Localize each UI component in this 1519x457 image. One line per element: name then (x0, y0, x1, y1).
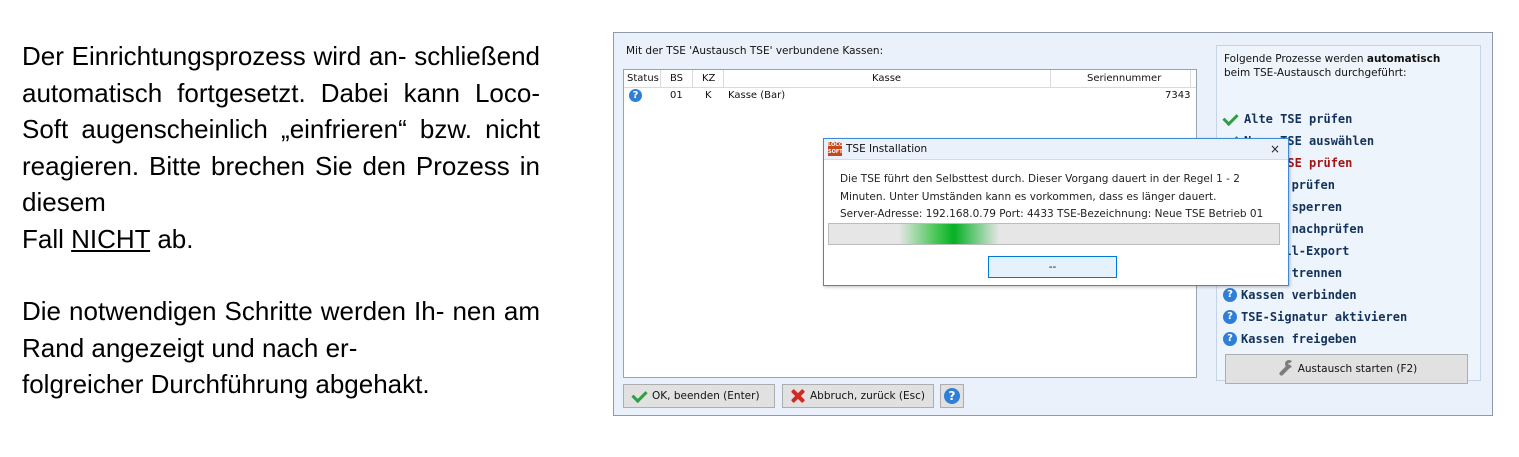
paragraph-2-line-1: Die notwendigen Schritte werden Ih- (22, 296, 445, 326)
help-icon: ? (944, 388, 960, 404)
start-exchange-label: Austausch starten (F2) (1297, 363, 1418, 375)
last-line-after: ab. (150, 223, 194, 254)
dialog-button[interactable]: -- (988, 256, 1117, 278)
status-cell: ? (629, 89, 642, 102)
dialog-title-bar: LOCO SOFT TSE Installation × (824, 139, 1288, 160)
question-icon: ? (1223, 288, 1237, 302)
kassen-title: Mit der TSE 'Austausch TSE' verbundene K… (626, 45, 884, 57)
dialog-message: Die TSE führt den Selbsttest durch. Dies… (840, 171, 1280, 224)
column-header-kasse[interactable]: Kasse (872, 73, 901, 84)
progress-indicator (899, 224, 999, 244)
dialog-message-line-3: Server-Adresse: 192.168.0.79 Port: 4433 … (840, 208, 1264, 220)
question-icon: ? (629, 89, 642, 102)
question-icon: ? (1223, 310, 1237, 324)
cancel-button[interactable]: Abbruch, zurück (Esc) (782, 384, 934, 408)
ok-button-label: OK, beenden (Enter) (652, 390, 760, 402)
emphasis-nicht: NICHT (71, 223, 151, 254)
cancel-button-label: Abbruch, zurück (Esc) (810, 390, 925, 402)
last-line-before: Fall (22, 223, 72, 254)
seriennummer-cell: 7343 (1165, 90, 1191, 101)
paragraph-2: Die notwendigen Schritte werden Ih- nen … (22, 293, 540, 366)
column-header-bs[interactable]: BS (670, 73, 683, 84)
panel-intro-bold: automatisch (1366, 53, 1441, 65)
paragraph-1-last-line: Fall NICHT ab. (22, 221, 540, 258)
dialog-button-label: -- (1048, 261, 1057, 273)
close-icon (789, 388, 807, 404)
check-icon (1223, 111, 1241, 127)
question-icon: ? (1223, 332, 1237, 346)
document-text: Der Einrichtungsprozess wird an- schließ… (22, 38, 540, 403)
bs-cell: 01 (670, 90, 683, 101)
step-kassen-freigeben: ? Kassen freigeben (1223, 328, 1407, 350)
paragraph-2-last-line: folgreicher Durchführung abgehakt. (22, 366, 540, 403)
check-icon (630, 388, 648, 404)
help-button[interactable]: ? (940, 384, 964, 408)
start-exchange-button[interactable]: Austausch starten (F2) (1225, 354, 1468, 384)
step-label: TSE-Signatur aktivieren (1241, 310, 1408, 324)
tse-exchange-window: Mit der TSE 'Austausch TSE' verbundene K… (613, 32, 1493, 416)
step-label: Kassen verbinden (1241, 288, 1357, 302)
table-row[interactable]: ? 01 K Kasse (Bar) 7343 (624, 88, 1196, 104)
column-header-kz[interactable]: KZ (702, 73, 715, 84)
step-tse-signatur-aktivieren: ? TSE-Signatur aktivieren (1223, 306, 1407, 328)
kz-cell: K (705, 90, 712, 101)
paragraph-1-line-1: Der Einrichtungsprozess wird an- (22, 41, 407, 71)
ok-button[interactable]: OK, beenden (Enter) (623, 384, 775, 408)
table-header: Status BS KZ Kasse Seriennummer (624, 70, 1196, 88)
step-label: Alte TSE prüfen (1244, 112, 1353, 126)
column-header-seriennummer[interactable]: Seriennummer (1087, 73, 1161, 84)
dialog-close-icon[interactable]: × (1270, 142, 1280, 156)
kasse-cell: Kasse (Bar) (728, 90, 786, 101)
tse-installation-dialog: LOCO SOFT TSE Installation × Die TSE führ… (823, 138, 1289, 286)
panel-intro-pre: Folgende Prozesse werden (1224, 53, 1367, 65)
paragraph-2-line-3: folgreicher Durchführung abgehakt. (22, 369, 430, 399)
dialog-title: TSE Installation (846, 143, 928, 155)
panel-intro: Folgende Prozesse werden automatisch bei… (1224, 52, 1474, 80)
wrench-icon (1276, 360, 1294, 378)
dialog-message-line-1: Die TSE führt den Selbsttest durch. Dies… (840, 173, 1240, 185)
step-kassen-verbinden: ? Kassen verbinden (1223, 284, 1407, 306)
paragraph-1: Der Einrichtungsprozess wird an- schließ… (22, 38, 540, 221)
column-header-status[interactable]: Status (627, 73, 659, 84)
step-label: Kassen freigeben (1241, 332, 1357, 346)
dialog-message-line-2: Minuten. Unter Umständen kann es vorkomm… (840, 190, 1217, 203)
panel-intro-post: beim TSE-Austausch durchgeführt: (1224, 67, 1407, 79)
loco-soft-logo: LOCO SOFT (828, 142, 844, 156)
progress-bar (828, 223, 1280, 245)
step-alte-tse-pruefen: Alte TSE prüfen (1223, 108, 1407, 130)
